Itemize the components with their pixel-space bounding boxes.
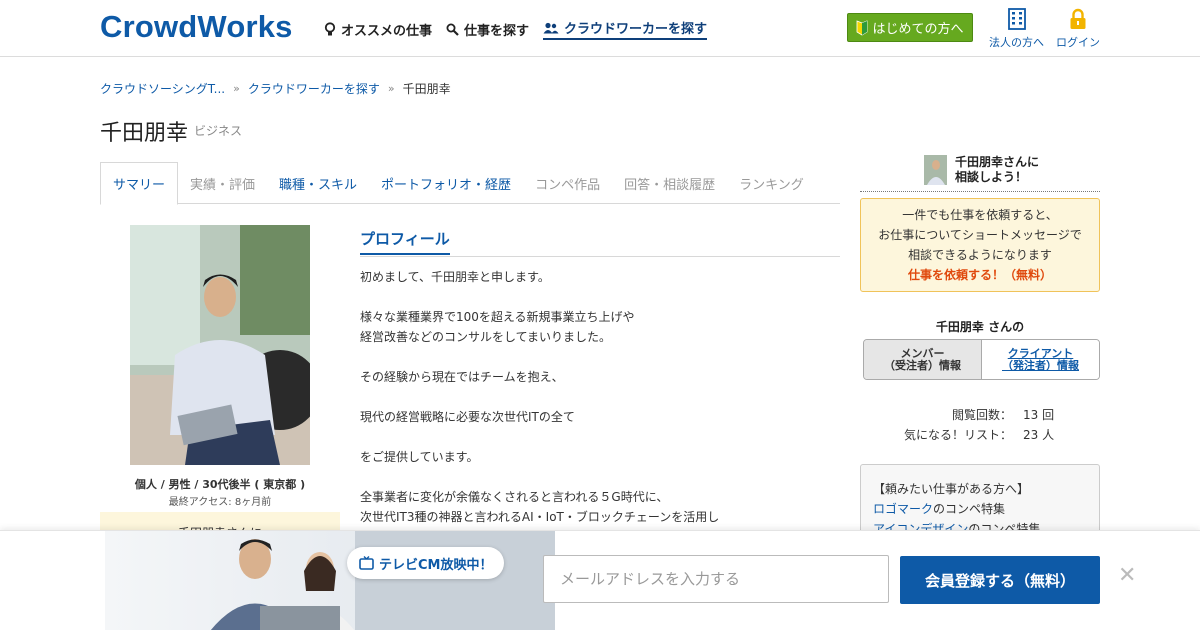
breadcrumb: クラウドソーシングT... » クラウドワーカーを探す » 千田朋幸 <box>100 80 451 97</box>
tab-member-info[interactable]: メンバー （受注者）情報 <box>864 340 982 379</box>
info-line: 相談できるようになります <box>908 248 1052 262</box>
info-line: お仕事についてショートメッセージで <box>878 228 1082 242</box>
consult-title: 千田朋幸さんに 相談しよう！ <box>955 155 1039 185</box>
profile-line: その経験から現在ではチームを抱え、 <box>360 370 564 384</box>
profile-line <box>360 427 840 447</box>
tab-summary[interactable]: サマリー <box>100 162 179 205</box>
nav-find-jobs[interactable]: 仕事を探す <box>446 18 529 40</box>
main-nav: オススメの仕事 仕事を探す クラウドワーカーを探す <box>324 18 708 40</box>
tab-results-reviews: 実績・評価 <box>190 177 256 193</box>
nav-label: オススメの仕事 <box>341 23 433 39</box>
profile-line: 全事業者に変化が余儀なくされると言われる５G時代に、 <box>360 490 669 504</box>
member-tab-line: メンバー <box>900 346 945 360</box>
profile-line <box>360 347 840 367</box>
register-button[interactable]: 会員登録する（無料） <box>900 556 1100 604</box>
last-access: 最終アクセス: 8ヶ月前 <box>168 497 272 508</box>
stat-value: 13 回 <box>1023 408 1055 422</box>
tab-client-info[interactable]: クライアント （発注者）情報 <box>982 340 1099 379</box>
breadcrumb-separator: » <box>387 82 395 95</box>
stat-value: 23 人 <box>1023 428 1055 442</box>
profile-line: 様々な業種業界で100を超える新規事業立ち上げや <box>360 310 635 324</box>
tab-answers-history: 回答・相談履歴 <box>624 177 716 193</box>
corporate-link[interactable]: 法人の方へ <box>989 8 1044 50</box>
lightbulb-icon <box>324 21 336 35</box>
breadcrumb-home[interactable]: クラウドソーシングT... <box>100 80 225 97</box>
tab-portfolio[interactable]: ポートフォリオ・経歴 <box>369 162 523 204</box>
profile-line: 経営改善などのコンサルをしてまいりました。 <box>360 330 612 344</box>
login-link[interactable]: ログイン <box>1056 8 1100 50</box>
crowdworks-logo[interactable]: CrowdWorks <box>100 9 293 45</box>
tab-ranking: ランキング <box>739 177 804 193</box>
site-header: CrowdWorks オススメの仕事 仕事を探す クラウドワーカーを探す はじめ… <box>0 0 1200 57</box>
profile-stats: 閲覧回数： 13 回 気になる！リスト： 23 人 <box>860 405 1100 445</box>
member-tab-line: （受注者）情報 <box>884 358 961 372</box>
profile-heading-bar: プロフィール <box>360 228 840 257</box>
member-client-switch: メンバー （受注者）情報 クライアント （発注者）情報 <box>863 339 1100 380</box>
nav-label: 仕事を探す <box>464 23 530 39</box>
signup-cta-bar: テレビCM放映中！ 会員登録する（無料） ✕ <box>0 530 1200 630</box>
request-info-box: 一件でも仕事を依頼すると、 お仕事についてショートメッセージで 相談できるように… <box>860 198 1100 292</box>
users-icon <box>543 22 559 33</box>
tab-skills[interactable]: 職種・スキル <box>267 162 369 204</box>
profile-photo <box>130 225 310 465</box>
profile-caption: 個人 / 男性 / 30代後半 ( 東京都 ) <box>134 478 306 491</box>
profile-line: をご提供しています。 <box>360 450 479 464</box>
consult-title-line: 千田朋幸さんに <box>955 155 1040 169</box>
consult-title-line: 相談しよう！ <box>955 170 1028 184</box>
first-time-label: はじめての方へ <box>872 22 964 37</box>
first-time-button[interactable]: はじめての方へ <box>847 13 973 42</box>
feature-item: ロゴマークのコンペ特集 <box>873 499 1087 519</box>
breadcrumb-find-workers[interactable]: クラウドワーカーを探す <box>248 80 380 97</box>
login-label: ログイン <box>1056 36 1100 49</box>
avatar <box>924 155 947 185</box>
tv-cm-label: テレビCM放映中！ <box>379 557 493 573</box>
consult-header: 千田朋幸さんに 相談しよう！ <box>860 155 1100 192</box>
stat-label: 閲覧回数： <box>951 408 1012 422</box>
profile-line <box>360 287 840 307</box>
beginner-icon <box>857 19 868 35</box>
category-label: ビジネス <box>194 124 243 138</box>
lock-icon <box>1070 8 1086 29</box>
profile-line: 現代の経営戦略に必要な次世代ITの全て <box>360 410 575 424</box>
building-icon <box>1007 8 1026 30</box>
search-icon <box>446 23 459 36</box>
close-icon[interactable]: ✕ <box>1118 563 1136 588</box>
profile-line: 次世代IT3種の神器と言われるAI・IoT・ブロックチェーンを活用し <box>360 510 720 524</box>
info-line: 一件でも仕事を依頼すると、 <box>902 208 1058 222</box>
profile-line <box>360 387 840 407</box>
profile-body: 初めまして、千田朋幸と申します。 様々な業種業界で100を超える新規事業立ち上げ… <box>360 267 840 527</box>
profile-tabs: サマリー 実績・評価 職種・スキル ポートフォリオ・経歴 コンペ作品 回答・相談… <box>100 162 840 205</box>
client-tab-line: （発注者）情報 <box>1002 358 1079 372</box>
feature-box-title: 【頼みたい仕事がある方へ】 <box>873 482 1030 496</box>
tv-cm-banner-image <box>105 531 555 630</box>
profile-heading: プロフィール <box>360 228 450 255</box>
nav-label: クラウドワーカーを探す <box>564 22 708 37</box>
breadcrumb-separator: » <box>233 82 240 95</box>
breadcrumb-current: 千田朋幸 <box>402 82 451 96</box>
client-tab-line: クライアント <box>1007 346 1074 360</box>
tv-cm-badge: テレビCM放映中！ <box>347 547 505 579</box>
profile-line <box>360 467 840 487</box>
nav-find-workers[interactable]: クラウドワーカーを探す <box>543 18 708 40</box>
nav-recommended-jobs[interactable]: オススメの仕事 <box>324 18 432 40</box>
page-title: 千田朋幸 <box>100 121 189 146</box>
stat-label: 気になる！リスト： <box>903 428 1012 442</box>
feature-suffix: のコンペ特集 <box>933 502 1006 516</box>
email-input[interactable] <box>543 555 889 603</box>
logo-competition-link[interactable]: ロゴマーク <box>873 502 933 516</box>
stat-favorites: 気になる！リスト： 23 人 <box>860 425 1100 445</box>
member-info-title: 千田朋幸 さんの <box>935 320 1025 334</box>
tv-icon <box>359 556 374 570</box>
corporate-label: 法人の方へ <box>989 36 1044 49</box>
stat-views: 閲覧回数： 13 回 <box>860 405 1100 425</box>
tab-competition-works: コンペ作品 <box>535 177 601 193</box>
request-job-link[interactable]: 仕事を依頼する！（無料） <box>908 268 1052 282</box>
profile-line: 初めまして、千田朋幸と申します。 <box>360 270 550 284</box>
